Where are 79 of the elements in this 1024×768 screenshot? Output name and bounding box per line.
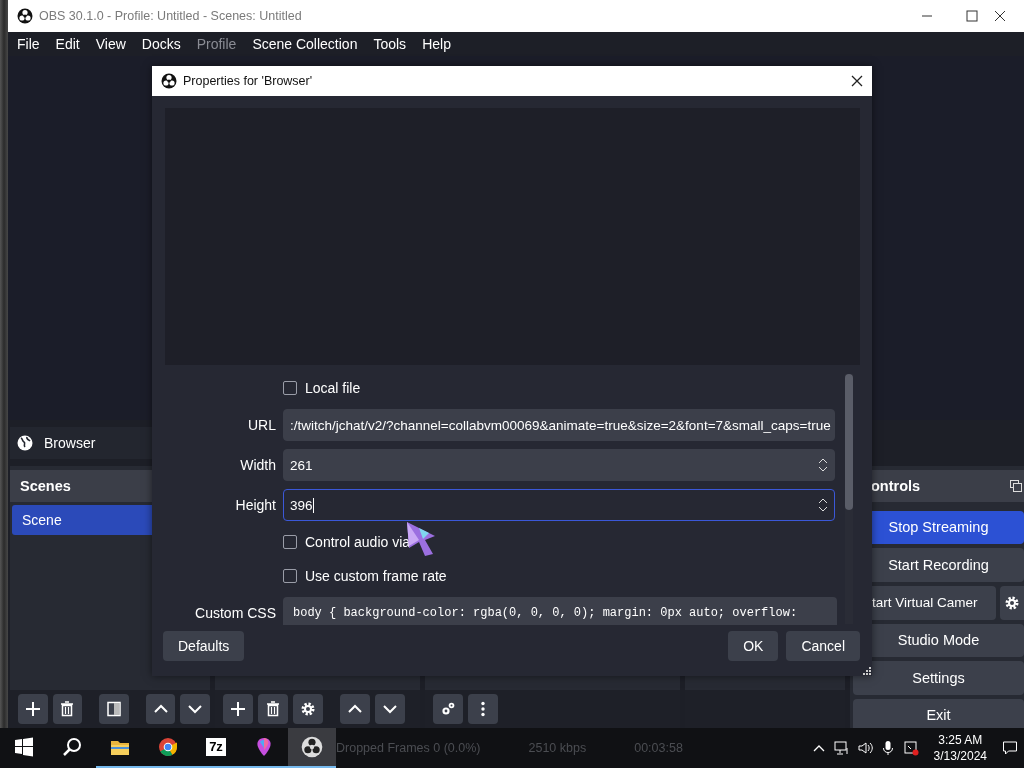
spin-up-icon[interactable] bbox=[818, 458, 828, 464]
volume-icon[interactable] bbox=[856, 740, 873, 756]
dock-title: ontrols bbox=[871, 477, 921, 494]
status-text: 00:03:58 bbox=[634, 741, 683, 755]
scrollbar[interactable] bbox=[845, 374, 853, 624]
gears-icon bbox=[440, 701, 456, 717]
field-label: Custom CSS bbox=[194, 604, 276, 621]
field-label: Height bbox=[234, 497, 276, 513]
checkbox[interactable] bbox=[283, 535, 297, 549]
ok-button[interactable]: OK bbox=[728, 631, 779, 661]
status-text: 2510 kbps bbox=[528, 741, 587, 755]
notification-icon[interactable] bbox=[902, 740, 919, 756]
filter-button[interactable] bbox=[99, 694, 129, 724]
trash-button[interactable] bbox=[52, 694, 83, 724]
color-wheel-icon bbox=[158, 737, 178, 757]
settings-button[interactable] bbox=[1000, 585, 1024, 620]
chat-bubble-icon[interactable] bbox=[1002, 740, 1018, 756]
field-label: Width bbox=[239, 457, 276, 473]
taskbar-app-button[interactable]: 7z bbox=[192, 728, 240, 768]
settings-icon bbox=[1004, 594, 1020, 611]
taskbar-app-button[interactable] bbox=[288, 728, 336, 768]
field-label: URL bbox=[247, 417, 276, 433]
search-icon bbox=[62, 737, 82, 757]
plus-button[interactable] bbox=[223, 694, 253, 724]
plus-icon bbox=[24, 701, 41, 717]
menu-item[interactable]: Scene Collection bbox=[244, 36, 366, 52]
clock-time: 3:25 AM bbox=[938, 732, 983, 748]
close-icon bbox=[851, 75, 863, 87]
checkbox-label: Local file bbox=[305, 380, 361, 396]
chevron-up-button[interactable] bbox=[145, 694, 176, 724]
start-icon bbox=[14, 737, 34, 757]
trash-icon bbox=[59, 701, 76, 717]
spin-down-icon[interactable] bbox=[818, 466, 828, 472]
checkbox[interactable] bbox=[283, 569, 297, 583]
spin-down-icon[interactable] bbox=[818, 506, 828, 512]
menu-item[interactable]: View bbox=[87, 36, 134, 52]
input-field[interactable]: :/twitch/jchat/v2/?channel=collabvm00069&animate=true&size=2&font=7&small_caps=true bbox=[283, 409, 835, 441]
trash-icon bbox=[265, 701, 281, 717]
app-logo-icon bbox=[17, 8, 33, 24]
css-field[interactable]: body { background-color: rgba(0, 0, 0, 0); margin: 0px auto; overflow: bbox=[283, 597, 837, 625]
checkbox-label: Use custom frame rate bbox=[305, 568, 447, 584]
chevron-down-button[interactable] bbox=[180, 694, 211, 724]
more-button[interactable] bbox=[468, 694, 498, 724]
undock-icon[interactable] bbox=[1010, 479, 1022, 492]
gears-button[interactable] bbox=[433, 694, 463, 724]
balloon-icon bbox=[254, 737, 274, 757]
chevron-up-button[interactable] bbox=[340, 694, 370, 724]
trash-button[interactable] bbox=[258, 694, 288, 724]
control-button[interactable]: Settings bbox=[853, 661, 1024, 695]
dialog-title: Properties for 'Browser' bbox=[183, 74, 313, 88]
filter-icon bbox=[106, 701, 122, 717]
menu-item[interactable]: Edit bbox=[47, 36, 88, 52]
close-icon bbox=[994, 10, 1006, 22]
globe-icon bbox=[17, 435, 33, 451]
status-text: Dropped Frames 0 (0.0%) bbox=[336, 741, 481, 755]
settings-icon bbox=[300, 701, 316, 717]
source-name: Browser bbox=[44, 435, 96, 451]
network-icon[interactable] bbox=[833, 740, 850, 756]
window-title: OBS 30.1.0 - Profile: Untitled - Scenes: Untitled bbox=[39, 9, 303, 23]
number-field[interactable]: 261 bbox=[283, 449, 835, 481]
resize-grip-icon[interactable] bbox=[863, 667, 871, 675]
number-field[interactable]: 396 bbox=[283, 489, 835, 521]
settings-button[interactable] bbox=[293, 694, 323, 724]
maximize-icon bbox=[965, 10, 978, 22]
plus-icon bbox=[230, 701, 246, 717]
menu-item[interactable]: Docks bbox=[133, 36, 189, 52]
checkbox-label: Control audio via bbox=[305, 534, 411, 550]
app-logo-icon bbox=[161, 73, 177, 89]
menu-item[interactable]: File bbox=[9, 36, 48, 52]
defaults-button[interactable]: Defaults bbox=[163, 631, 245, 661]
menu-item[interactable]: Tools bbox=[365, 36, 415, 52]
plus-button[interactable] bbox=[18, 694, 48, 724]
checkbox[interactable] bbox=[283, 381, 297, 395]
chevron-down-button[interactable] bbox=[375, 694, 405, 724]
spin-up-icon[interactable] bbox=[818, 498, 828, 504]
clock-date: 3/13/2024 bbox=[933, 748, 987, 764]
cancel-button[interactable]: Cancel bbox=[786, 631, 860, 661]
control-button[interactable]: Exit bbox=[853, 698, 1024, 728]
menu-item[interactable]: Help bbox=[414, 36, 459, 52]
